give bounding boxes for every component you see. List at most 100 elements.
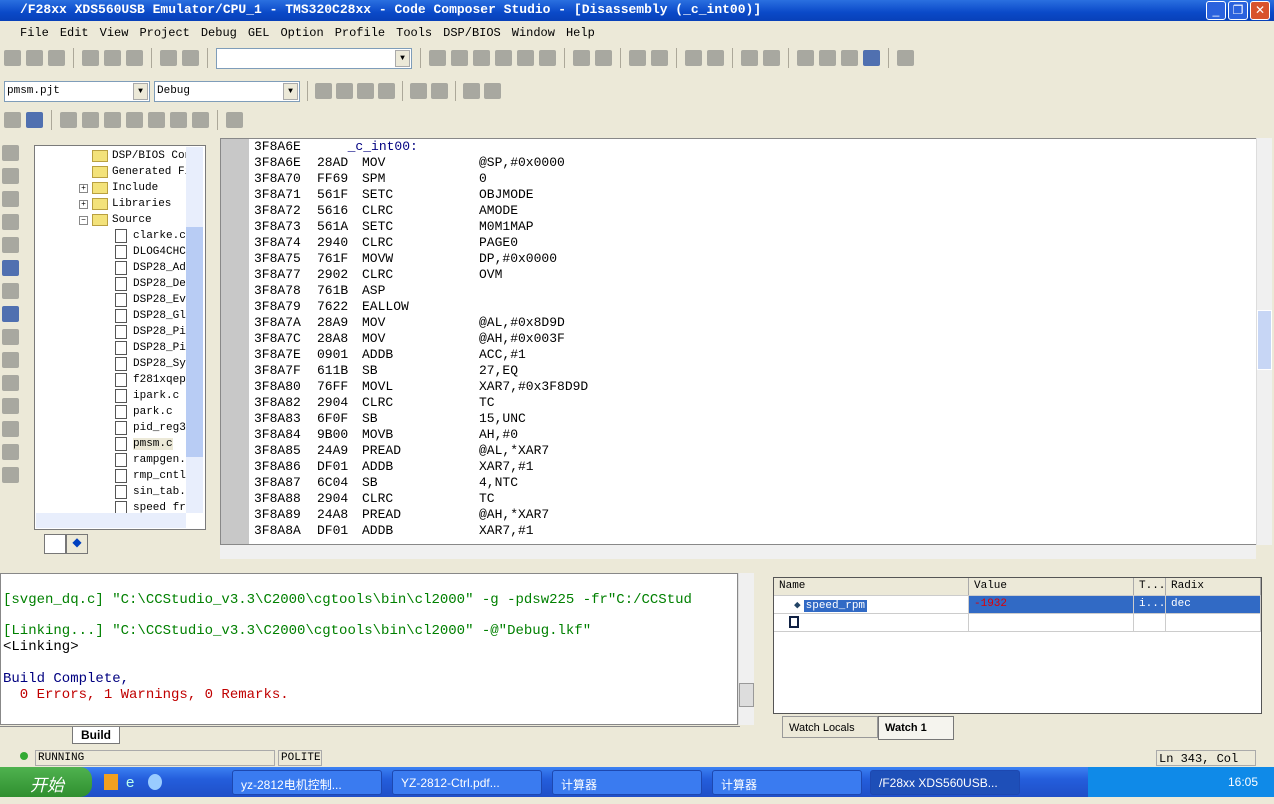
output-vertical-scrollbar[interactable]: [738, 573, 754, 725]
taskbar-task[interactable]: 计算器: [552, 770, 702, 795]
watch-icon[interactable]: [2, 421, 19, 437]
undo-icon[interactable]: [160, 50, 177, 66]
expand-icon[interactable]: +: [79, 199, 88, 209]
tree-file[interactable]: DSP28_Adc: [35, 260, 205, 276]
tree-file[interactable]: f281xqep.: [35, 372, 205, 388]
taskbar-task[interactable]: YZ-2812-Ctrl.pdf...: [392, 770, 542, 795]
graph-icon[interactable]: [104, 112, 121, 128]
compile-icon[interactable]: [315, 83, 332, 99]
memory-icon[interactable]: [2, 375, 19, 391]
start-button[interactable]: 开始: [0, 767, 92, 797]
minimize-button[interactable]: _: [1206, 1, 1226, 20]
run-to-cursor-icon[interactable]: [2, 214, 19, 230]
memory-view-icon[interactable]: [4, 112, 21, 128]
tree-folder[interactable]: Generated Fi: [35, 164, 205, 180]
chevron-down-icon[interactable]: ▼: [283, 82, 298, 100]
find-prev-icon[interactable]: [473, 50, 490, 66]
column-header[interactable]: T...: [1134, 578, 1166, 595]
menu-gel[interactable]: GEL: [248, 26, 270, 40]
disasm-line[interactable]: 3F8A71 561F SETC OBJMODE: [254, 187, 679, 203]
disasm-line[interactable]: 3F8A7A 28A9 MOV @AL,#0x8D9D: [254, 315, 679, 331]
run-free-icon[interactable]: [2, 329, 19, 345]
find-in-files-icon[interactable]: [517, 50, 534, 66]
save-icon[interactable]: [48, 50, 65, 66]
tree-file[interactable]: DLOG4CHC.: [35, 244, 205, 260]
menu-tools[interactable]: Tools: [396, 26, 432, 40]
disassembly-horizontal-scrollbar[interactable]: [220, 545, 1256, 559]
chevron-down-icon[interactable]: ▼: [133, 82, 148, 100]
step-over-icon[interactable]: [2, 168, 19, 184]
menu-dspbios[interactable]: DSP/BIOS: [443, 26, 501, 40]
probe-icon[interactable]: [192, 112, 209, 128]
tree-file[interactable]: sin_tab.c: [35, 484, 205, 500]
bookmark-icon[interactable]: [539, 50, 556, 66]
disasm-line[interactable]: 3F8A7F 611B SB 27,EQ: [254, 363, 679, 379]
project-select[interactable]: pmsm.pjt ▼: [4, 80, 150, 102]
halt-icon[interactable]: [410, 83, 427, 99]
tree-folder[interactable]: − Source: [35, 212, 205, 228]
file-view-tab[interactable]: [44, 534, 66, 554]
disassembly-vertical-scrollbar[interactable]: [1256, 138, 1272, 545]
quicklaunch-icon[interactable]: [148, 774, 162, 790]
step-out-icon[interactable]: [2, 191, 19, 207]
stop-build-icon[interactable]: [378, 83, 395, 99]
disasm-line[interactable]: 3F8A72 5616 CLRC AMODE: [254, 203, 679, 219]
taskbar-task[interactable]: /F28xx XDS560USB...: [870, 770, 1020, 795]
disasm-line[interactable]: 3F8A7C 28A8 MOV @AH,#0x003F: [254, 331, 679, 347]
watch-empty-cell[interactable]: [969, 614, 1134, 631]
close-button[interactable]: ✕: [1250, 1, 1270, 20]
run-to-icon[interactable]: [863, 50, 880, 66]
cut-icon[interactable]: [82, 50, 99, 66]
uncomment-icon[interactable]: [763, 50, 780, 66]
disasm-line[interactable]: 3F8A88 2904 CLRC TC: [254, 491, 679, 507]
redo-icon[interactable]: [182, 50, 199, 66]
disasm-line[interactable]: 3F8A80 76FF MOVL XAR7,#0x3F8D9D: [254, 379, 679, 395]
outlook-icon[interactable]: [104, 774, 118, 790]
step-into-icon[interactable]: [797, 50, 814, 66]
copy-icon[interactable]: [104, 50, 121, 66]
reset-icon[interactable]: [431, 83, 448, 99]
column-header[interactable]: Value: [969, 578, 1134, 595]
stop-icon[interactable]: [2, 467, 19, 483]
register-icon[interactable]: [2, 398, 19, 414]
comment-icon[interactable]: [741, 50, 758, 66]
incremental-build-icon[interactable]: [336, 83, 353, 99]
tree-vertical-scrollbar[interactable]: [186, 147, 203, 513]
disasm-line[interactable]: 3F8A70 FF69 SPM 0: [254, 171, 679, 187]
column-header[interactable]: Radix: [1166, 578, 1261, 595]
taskbar-task[interactable]: yz-2812电机控制...: [232, 770, 382, 795]
add-watch-icon[interactable]: [789, 616, 799, 628]
watch-empty-cell[interactable]: [1166, 614, 1261, 631]
memory-icon[interactable]: [126, 112, 143, 128]
output-window[interactable]: [svgen_dq.c] "C:\CCStudio_v3.3\C2000\cgt…: [0, 573, 738, 725]
profile-icon[interactable]: [463, 83, 480, 99]
menu-debug[interactable]: Debug: [201, 26, 237, 40]
bookmarks-tab[interactable]: ◆: [66, 534, 88, 554]
toggle-bookmark-icon[interactable]: [685, 50, 702, 66]
disasm-line[interactable]: 3F8A79 7622 EALLOW: [254, 299, 679, 315]
disasm-line[interactable]: 3F8A6E 28AD MOV @SP,#0x0000: [254, 155, 679, 171]
waveform-icon[interactable]: [148, 112, 165, 128]
menu-help[interactable]: Help: [566, 26, 595, 40]
collapse-icon[interactable]: −: [79, 215, 88, 225]
disasm-line[interactable]: 3F8A77 2902 CLRC OVM: [254, 267, 679, 283]
graph-icon[interactable]: [2, 444, 19, 460]
reset-icon[interactable]: [2, 352, 19, 368]
run-icon[interactable]: [2, 260, 19, 276]
maximize-button[interactable]: ❐: [1228, 1, 1248, 20]
expand-icon[interactable]: +: [79, 183, 88, 193]
tree-file[interactable]: DSP28_Pie: [35, 340, 205, 356]
tree-file[interactable]: pmsm.c: [35, 436, 205, 452]
help-icon[interactable]: [595, 50, 612, 66]
disasm-line[interactable]: 3F8A85 24A9 PREAD @AL,*XAR7: [254, 443, 679, 459]
disasm-line[interactable]: 3F8A86 DF01 ADDB XAR7,#1: [254, 459, 679, 475]
find-icon[interactable]: [429, 50, 446, 66]
rebuild-all-icon[interactable]: [357, 83, 374, 99]
disasm-line[interactable]: 3F8A74 2940 CLRC PAGE0: [254, 235, 679, 251]
ie-icon[interactable]: e: [126, 774, 134, 791]
tree-folder[interactable]: + Include: [35, 180, 205, 196]
tree-file[interactable]: pid_reg3.: [35, 420, 205, 436]
new-file-icon[interactable]: [4, 50, 21, 66]
replace-icon[interactable]: [495, 50, 512, 66]
tree-folder[interactable]: + Libraries: [35, 196, 205, 212]
